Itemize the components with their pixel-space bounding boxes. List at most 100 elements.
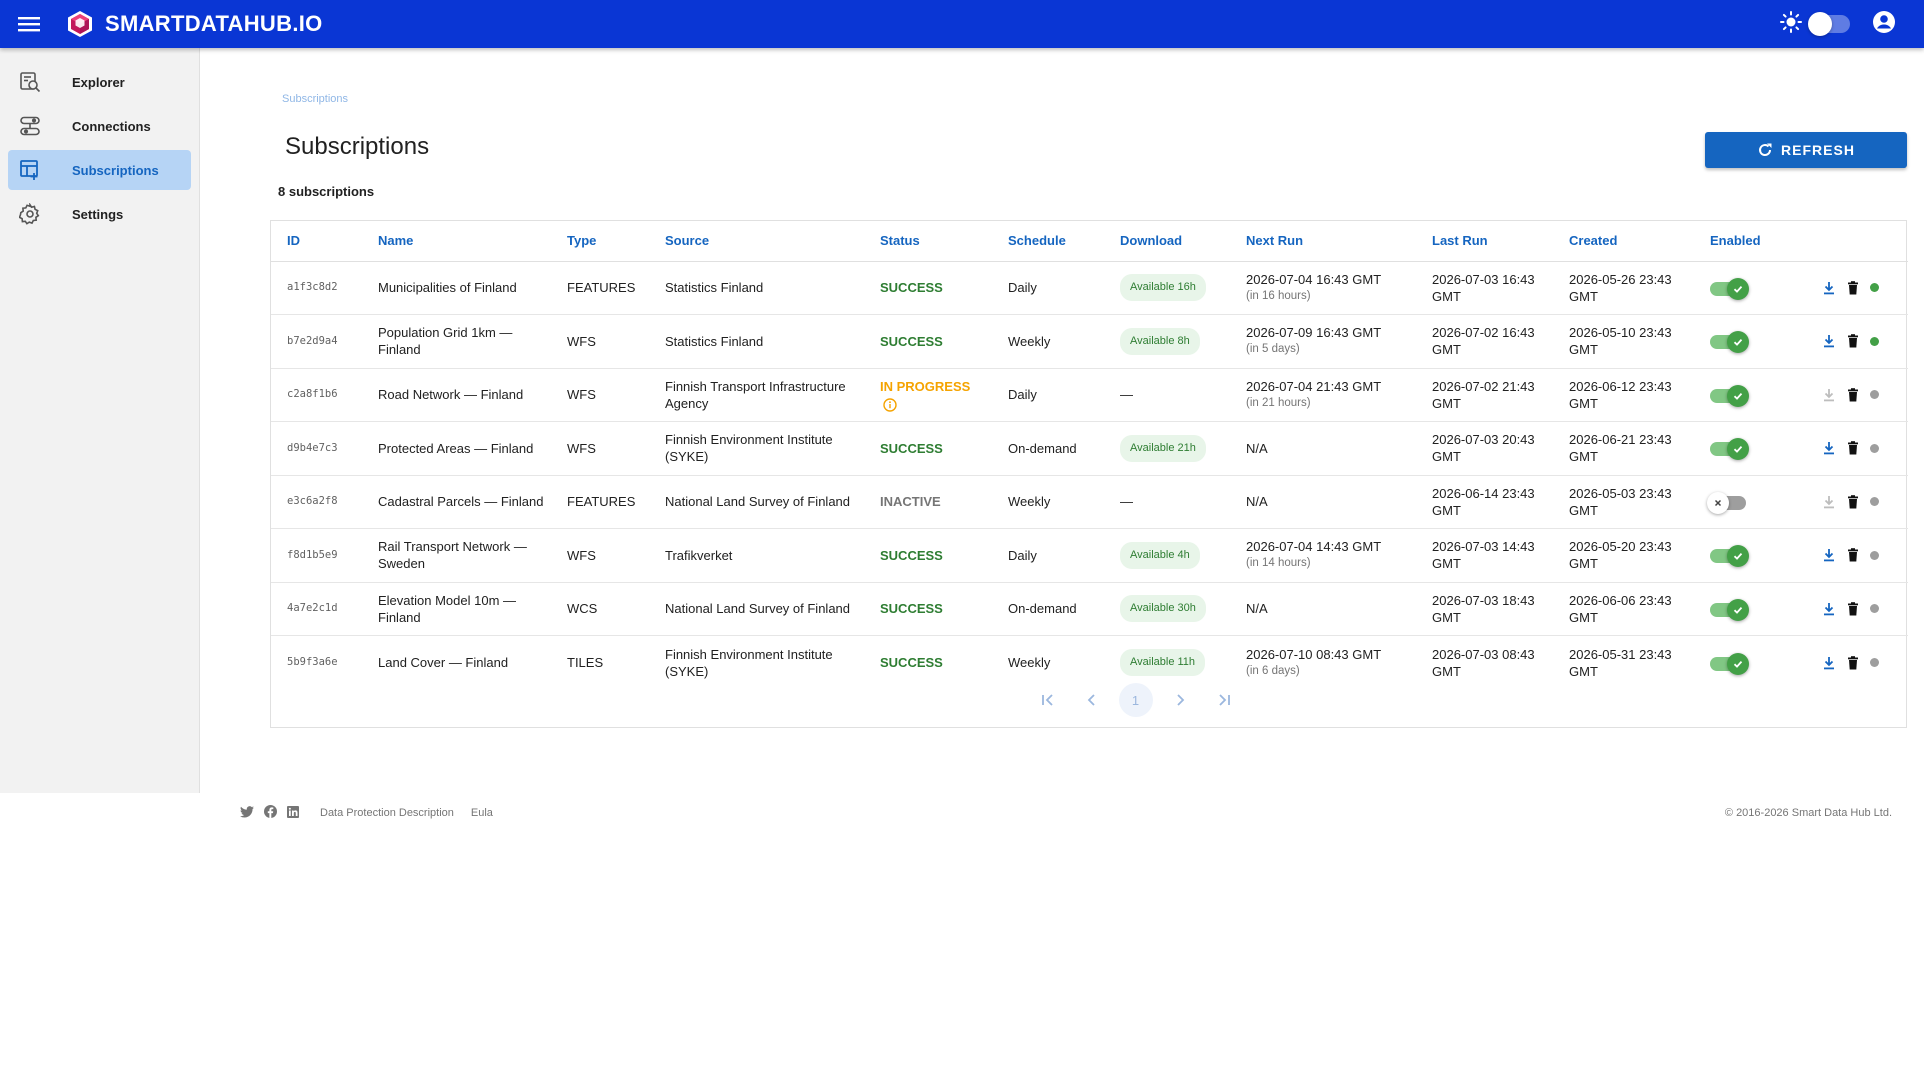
menu-icon[interactable] — [15, 10, 43, 38]
check-icon — [1727, 277, 1749, 300]
column-header-id[interactable]: ID — [271, 221, 362, 262]
enabled-toggle[interactable] — [1710, 384, 1749, 407]
facebook-icon[interactable] — [264, 805, 277, 823]
next-run-cell: 2026-07-09 16:43 GMT (in 5 days) — [1230, 314, 1416, 369]
download-available-chip[interactable]: Available 16h — [1120, 274, 1206, 302]
logo-cube-icon — [65, 8, 97, 40]
download-icon[interactable] — [1820, 654, 1838, 672]
subscription-name[interactable]: Municipalities of Finland — [362, 261, 551, 315]
created-date: 2026-06-21 23:43 GMT — [1553, 421, 1694, 476]
enabled-toggle[interactable] — [1710, 652, 1749, 675]
subscription-id: 4a7e2c1d — [271, 582, 362, 636]
download-available-chip[interactable]: Available 21h — [1120, 434, 1206, 462]
table-row[interactable]: a1f3c8d2 Municipalities of Finland FEATURE… — [271, 261, 1908, 315]
download-icon[interactable] — [1820, 279, 1838, 297]
current-page-button[interactable]: 1 — [1118, 683, 1153, 717]
delete-icon[interactable] — [1844, 332, 1862, 350]
twitter-icon[interactable] — [240, 805, 254, 823]
data-protection-link[interactable]: Data Protection Description — [320, 807, 454, 819]
enabled-toggle[interactable] — [1710, 438, 1749, 461]
download-icon[interactable] — [1820, 600, 1838, 618]
table-row[interactable]: 4a7e2c1d Elevation Model 10m — Finland WCS… — [271, 582, 1908, 636]
eula-link[interactable]: Eula — [471, 807, 493, 819]
download-cell: Available 4h — [1104, 528, 1230, 583]
subscription-name[interactable]: Protected Areas — Finland — [362, 421, 551, 476]
table-row[interactable]: d9b4e7c3 Protected Areas — Finland WFS Finn… — [271, 421, 1908, 476]
download-icon[interactable] — [1820, 386, 1838, 404]
download-available-chip[interactable]: Available 8h — [1120, 327, 1200, 355]
last-page-button[interactable] — [1207, 683, 1241, 717]
sidebar-item-subscriptions[interactable]: Subscriptions — [8, 150, 191, 190]
sidebar-item-explorer[interactable]: Explorer — [8, 62, 191, 102]
footer: Data Protection Description Eula © 2016-… — [0, 793, 1924, 833]
status-cell: SUCCESS — [864, 582, 992, 636]
table-row[interactable]: b7e2d9a4 Population Grid 1km — Finland WFS… — [271, 314, 1908, 369]
column-header-next-run[interactable]: Next Run — [1230, 221, 1416, 262]
subscription-name[interactable]: Elevation Model 10m — Finland — [362, 582, 551, 636]
download-available-chip[interactable]: Available 4h — [1120, 541, 1200, 569]
table-row[interactable]: f8d1b5e9 Rail Transport Network — Sweden W… — [271, 528, 1908, 583]
table-row[interactable]: 5b9f3a6e Land Cover — Finland TILES Finnish… — [271, 636, 1908, 690]
subscription-schedule: Weekly — [992, 314, 1104, 369]
enabled-toggle[interactable] — [1707, 491, 1746, 514]
sidebar-item-label: Settings — [72, 206, 124, 222]
column-header-schedule[interactable]: Schedule — [992, 221, 1104, 262]
column-header-name[interactable]: Name — [362, 221, 551, 262]
subscription-type: WFS — [551, 368, 649, 422]
column-header-type[interactable]: Type — [551, 221, 649, 262]
brand-name[interactable]: SMARTDATAHUB.IO — [105, 11, 323, 37]
enabled-toggle[interactable] — [1710, 331, 1749, 354]
download-available-chip[interactable]: Available 11h — [1120, 649, 1206, 676]
refresh-button[interactable]: REFRESH — [1705, 132, 1907, 168]
account-icon[interactable] — [1872, 10, 1896, 39]
delete-icon[interactable] — [1844, 654, 1862, 672]
subscription-count: 8 subscriptions — [278, 184, 375, 199]
column-header-download[interactable]: Download — [1104, 221, 1230, 262]
download-icon[interactable] — [1820, 332, 1838, 350]
sidebar-item-connections[interactable]: Connections — [8, 106, 191, 146]
previous-page-button[interactable] — [1075, 683, 1109, 717]
subscription-type: WFS — [551, 528, 649, 583]
column-header-status[interactable]: Status — [864, 221, 992, 262]
enabled-toggle[interactable] — [1710, 545, 1749, 568]
chevron-right-icon — [1176, 694, 1184, 706]
download-icon[interactable] — [1820, 439, 1838, 457]
column-header-last-run[interactable]: Last Run — [1416, 221, 1553, 262]
breadcrumb[interactable]: Subscriptions — [282, 93, 348, 105]
subscription-name[interactable]: Population Grid 1km — Finland — [362, 314, 551, 369]
first-page-button[interactable] — [1031, 683, 1065, 717]
download-icon[interactable] — [1820, 493, 1838, 511]
enabled-toggle[interactable] — [1710, 598, 1749, 621]
created-date: 2026-05-31 23:43 GMT — [1569, 646, 1672, 679]
first-page-icon — [1041, 694, 1053, 706]
status-cell: SUCCESS — [864, 636, 992, 690]
column-header-source[interactable]: Source — [649, 221, 864, 262]
column-header-enabled[interactable]: Enabled — [1694, 221, 1784, 262]
table-row[interactable]: e3c6a2f8 Cadastral Parcels — Finland FEATU… — [271, 475, 1908, 529]
theme-toggle[interactable] — [1808, 12, 1850, 36]
table-row[interactable]: c2a8f1b6 Road Network — Finland WFS Finnish… — [271, 368, 1908, 422]
download-icon[interactable] — [1820, 546, 1838, 564]
delete-icon[interactable] — [1844, 279, 1862, 297]
created-date: 2026-05-26 23:43 GMT — [1553, 261, 1694, 315]
download-available-chip[interactable]: Available 30h — [1120, 595, 1206, 623]
delete-icon[interactable] — [1844, 600, 1862, 618]
sidebar-item-settings[interactable]: Settings — [8, 194, 191, 234]
delete-icon[interactable] — [1844, 493, 1862, 511]
subscription-id: d9b4e7c3 — [271, 421, 362, 476]
subscription-name[interactable]: Land Cover — Finland — [362, 636, 551, 690]
subscription-name[interactable]: Cadastral Parcels — Finland — [362, 475, 551, 529]
subscription-source: Finnish Transport Infrastructure Agency — [649, 368, 864, 422]
delete-icon[interactable] — [1844, 546, 1862, 564]
column-header-created[interactable]: Created — [1553, 221, 1694, 262]
subscription-name[interactable]: Road Network — Finland — [362, 368, 551, 422]
delete-icon[interactable] — [1844, 386, 1862, 404]
info-icon[interactable] — [883, 398, 897, 412]
enabled-toggle[interactable] — [1710, 277, 1749, 300]
linkedin-icon[interactable] — [287, 805, 299, 823]
subscription-name[interactable]: Rail Transport Network — Sweden — [362, 528, 551, 583]
delete-icon[interactable] — [1844, 439, 1862, 457]
subscription-schedule: Daily — [992, 528, 1104, 583]
next-page-button[interactable] — [1163, 683, 1197, 717]
subscription-source: Finnish Environment Institute (SYKE) — [649, 421, 864, 476]
